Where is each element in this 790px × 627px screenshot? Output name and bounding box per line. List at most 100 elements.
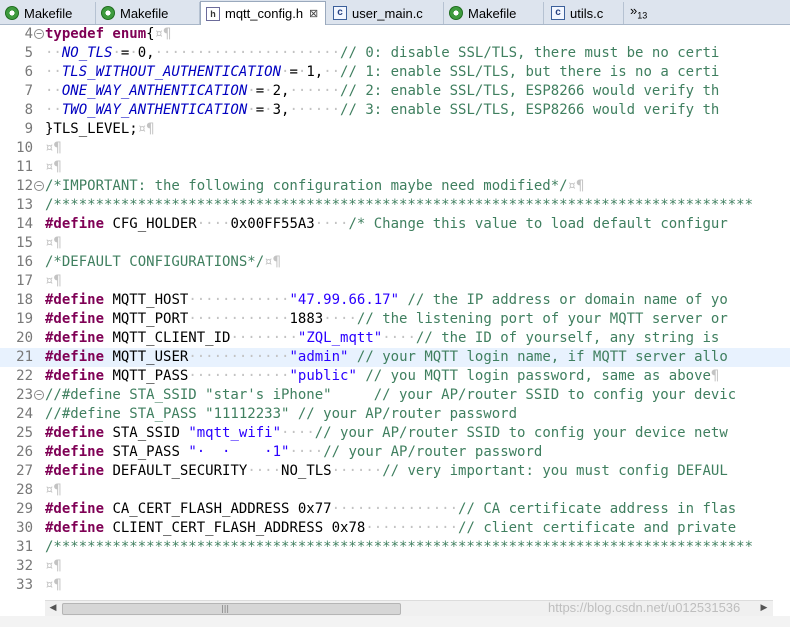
code-line[interactable]: 26 #define STA_PASS "· · ·1"····// your A…: [0, 443, 790, 462]
line-number: 14: [16, 216, 33, 232]
code-line[interactable]: 20 #define MQTT_CLIENT_ID········"ZQL_mqt…: [0, 329, 790, 348]
tab-makefile-3[interactable]: Makefile: [444, 2, 544, 24]
code-line[interactable]: 6 ··TLS_WITHOUT_AUTHENTICATION·=·1,··// 1…: [0, 63, 790, 82]
code-line[interactable]: 27 #define DEFAULT_SECURITY····NO_TLS····…: [0, 462, 790, 481]
code-text[interactable]: ¤¶: [45, 481, 62, 500]
code-text[interactable]: typedef enum{¤¶: [45, 25, 171, 44]
line-number: 10: [16, 140, 33, 156]
code-text[interactable]: }TLS_LEVEL;¤¶: [45, 120, 155, 139]
code-line[interactable]: 21 #define MQTT_USER············"admin" /…: [0, 348, 790, 367]
comment-token: // you MQTT login password, same as abov…: [365, 368, 711, 384]
scroll-left-arrow-icon[interactable]: ◀: [46, 602, 60, 615]
code-text[interactable]: #define MQTT_PORT············1883····// …: [45, 310, 728, 329]
code-text[interactable]: /***************************************…: [45, 196, 753, 215]
code-text[interactable]: #define STA_PASS "· · ·1"····// your AP/…: [45, 443, 542, 462]
fold-toggle-icon[interactable]: −: [34, 181, 44, 191]
code-line[interactable]: 7 ··ONE_WAY_ANTHENTICATION·=·2,······// 2…: [0, 82, 790, 101]
code-line[interactable]: 25 #define STA_SSID "mqtt_wifi"····// you…: [0, 424, 790, 443]
code-text[interactable]: ··TWO_WAY_ANTHENTICATION·=·3,······// 3:…: [45, 101, 719, 120]
code-text[interactable]: #define CFG_HOLDER····0x00FF55A3····/* C…: [45, 215, 728, 234]
code-line[interactable]: 5 ··NO_TLS·=·0,······················// 0…: [0, 44, 790, 63]
whitespace-marker: ····: [382, 330, 416, 346]
code-line[interactable]: 9 }TLS_LEVEL;¤¶: [0, 120, 790, 139]
code-line[interactable]: 15 ¤¶: [0, 234, 790, 253]
code-line[interactable]: 33 ¤¶: [0, 576, 790, 595]
code-text[interactable]: #define DEFAULT_SECURITY····NO_TLS······…: [45, 462, 728, 481]
code-line[interactable]: 16 /*DEFAULT CONFIGURATIONS*/¤¶: [0, 253, 790, 272]
code-line[interactable]: 28 ¤¶: [0, 481, 790, 500]
scrollbar-thumb[interactable]: |||: [62, 603, 401, 615]
code-text[interactable]: #define MQTT_USER············"admin" // …: [45, 348, 728, 367]
whitespace-marker: ····: [314, 216, 349, 232]
code-line[interactable]: 13 /*************************************…: [0, 196, 790, 215]
code-text[interactable]: #define MQTT_CLIENT_ID········"ZQL_mqtt"…: [45, 329, 719, 348]
comment-token: /***************************************…: [45, 197, 754, 213]
code-line[interactable]: 23−//#define STA_SSID "star's iPhone" //…: [0, 386, 790, 405]
code-line[interactable]: 19 #define MQTT_PORT············1883····/…: [0, 310, 790, 329]
scroll-right-arrow-icon[interactable]: ▶: [757, 602, 771, 615]
keyword-token: #define: [45, 501, 105, 517]
code-text[interactable]: #define MQTT_HOST············"47.99.66.1…: [45, 291, 728, 310]
line-number: 4: [24, 26, 33, 42]
code-text[interactable]: /*DEFAULT CONFIGURATIONS*/¤¶: [45, 253, 281, 272]
code-text[interactable]: #define MQTT_PASS············"public" //…: [45, 367, 719, 386]
code-line[interactable]: 18 #define MQTT_HOST············"47.99.66…: [0, 291, 790, 310]
code-text[interactable]: //#define STA_PASS "11112233" // your AP…: [45, 405, 517, 424]
code-text[interactable]: #define CLIENT_CERT_FLASH_ADDRESS 0x78··…: [45, 519, 736, 538]
tab-label: Makefile: [24, 5, 73, 21]
makefile-icon: [101, 6, 115, 20]
close-icon[interactable]: ⊠: [309, 7, 318, 20]
comment-token: // your AP/router SSID to config your de…: [314, 425, 728, 441]
code-line[interactable]: 4− typedef enum{¤¶: [0, 25, 790, 44]
enum-constant-token: TWO_WAY_ANTHENTICATION: [61, 102, 248, 118]
code-line[interactable]: 30 #define CLIENT_CERT_FLASH_ADDRESS 0x78…: [0, 519, 790, 538]
keyword-token: #define: [45, 368, 105, 384]
code-text[interactable]: ¤¶: [45, 158, 62, 177]
code-text[interactable]: ¤¶: [45, 557, 62, 576]
keyword-token: #define: [45, 463, 105, 479]
comment-token: //#define STA_SSID "star's iPhone" // yo…: [45, 387, 737, 403]
code-text[interactable]: ¤¶: [45, 272, 62, 291]
whitespace-marker: ·: [129, 45, 138, 61]
code-line[interactable]: 29 #define CA_CERT_FLASH_ADDRESS 0x77····…: [0, 500, 790, 519]
code-text[interactable]: #define STA_SSID "mqtt_wifi"····// your …: [45, 424, 728, 443]
whitespace-marker: ········: [230, 330, 298, 346]
tab-label: Makefile: [468, 5, 517, 21]
code-line[interactable]: 8 ··TWO_WAY_ANTHENTICATION·=·3,······// 3…: [0, 101, 790, 120]
code-line[interactable]: 24 //#define STA_PASS "11112233" // your …: [0, 405, 790, 424]
tab-utils[interactable]: c utils.c: [546, 2, 624, 24]
code-text[interactable]: #define CA_CERT_FLASH_ADDRESS 0x77······…: [45, 500, 736, 519]
code-text[interactable]: ¤¶: [45, 139, 62, 158]
tab-overflow-button[interactable]: »13: [630, 3, 647, 21]
code-line[interactable]: 11 ¤¶: [0, 158, 790, 177]
code-line[interactable]: 10 ¤¶: [0, 139, 790, 158]
code-text[interactable]: ¤¶: [45, 234, 62, 253]
tab-mqtt-config[interactable]: h mqtt_config.h ⊠: [200, 1, 326, 25]
tab-makefile-2[interactable]: Makefile: [96, 2, 200, 24]
fold-toggle-icon[interactable]: −: [34, 390, 44, 400]
code-line[interactable]: 31 /*************************************…: [0, 538, 790, 557]
code-line[interactable]: 17 ¤¶: [0, 272, 790, 291]
code-line[interactable]: 22 #define MQTT_PASS············"public" …: [0, 367, 790, 386]
line-number: 23: [16, 387, 33, 403]
fold-toggle-icon[interactable]: −: [34, 29, 44, 39]
tab-user-main[interactable]: c user_main.c: [328, 2, 444, 24]
code-text[interactable]: /*IMPORTANT: the following configuration…: [45, 177, 584, 196]
code-text[interactable]: ¤¶: [45, 576, 62, 595]
comment-token: // client certificate and private: [458, 520, 737, 536]
code-text[interactable]: /***************************************…: [45, 538, 753, 557]
code-token: =: [255, 83, 265, 99]
code-line[interactable]: 12−/*IMPORTANT: the following configurat…: [0, 177, 790, 196]
code-editor[interactable]: 4− typedef enum{¤¶ 5 ··NO_TLS·=·0,·········…: [0, 25, 790, 600]
code-line[interactable]: 14 #define CFG_HOLDER····0x00FF55A3····/*…: [0, 215, 790, 234]
code-text[interactable]: ··TLS_WITHOUT_AUTHENTICATION·=·1,··// 1:…: [45, 63, 719, 82]
tab-makefile-1[interactable]: Makefile: [0, 2, 96, 24]
code-text[interactable]: ··NO_TLS·=·0,······················// 0:…: [45, 44, 719, 63]
code-text[interactable]: ··ONE_WAY_ANTHENTICATION·=·2,······// 2:…: [45, 82, 719, 101]
code-line[interactable]: 32 ¤¶: [0, 557, 790, 576]
code-token: }TLS_LEVEL;: [45, 121, 138, 137]
line-number: 9: [24, 121, 33, 137]
keyword-token: #define: [45, 444, 105, 460]
keyword-token: #define: [45, 520, 105, 536]
code-text[interactable]: //#define STA_SSID "star's iPhone" // yo…: [45, 386, 736, 405]
